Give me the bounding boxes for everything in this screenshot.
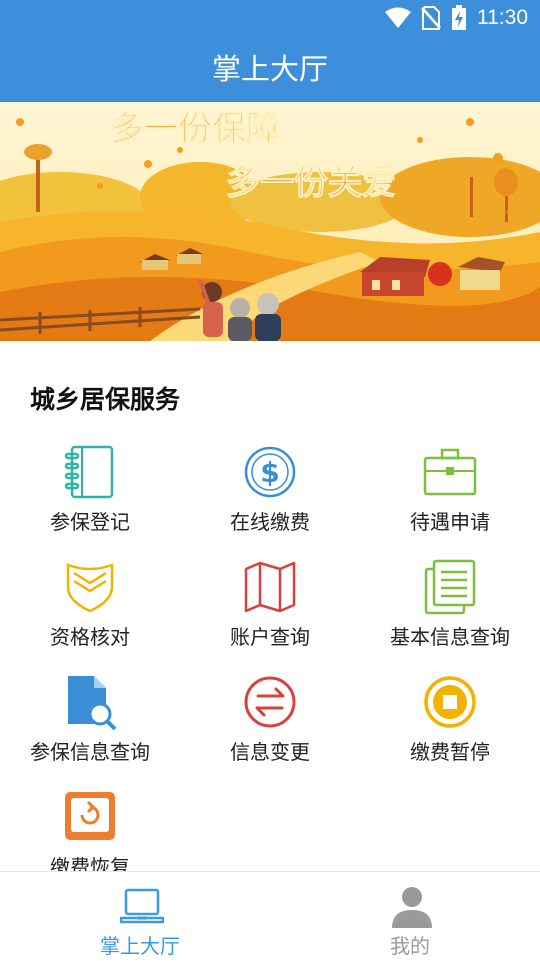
status-time: 11:30: [477, 6, 528, 29]
svg-text:$: $: [260, 456, 279, 489]
service-basic-info-query[interactable]: 基本信息查询: [360, 555, 540, 665]
no-sim-icon: [421, 6, 441, 30]
banner-image[interactable]: 多一份保障 多一份关爱: [0, 102, 540, 341]
status-bar: 11:30: [0, 0, 540, 36]
service-label: 待遇申请: [410, 510, 490, 534]
service-label: 资格核对: [50, 625, 130, 649]
service-enroll-register[interactable]: 参保登记: [0, 440, 180, 550]
page-title-bar: 掌上大厅: [0, 36, 540, 102]
tab-hall[interactable]: 掌上大厅: [5, 872, 275, 961]
section-title: 城乡居保服务: [30, 385, 181, 414]
tab-label: 我的: [390, 934, 430, 958]
user-icon: [392, 887, 432, 928]
service-account-query[interactable]: 账户查询: [180, 555, 360, 665]
service-online-payment[interactable]: $ 在线缴费: [180, 440, 360, 550]
shield-check-icon: [66, 563, 114, 613]
service-info-change[interactable]: 信息变更: [180, 670, 360, 780]
documents-icon: [424, 559, 476, 615]
service-qualification-check[interactable]: 资格核对: [0, 555, 180, 665]
briefcase-icon: [423, 448, 477, 496]
service-label: 缴费暂停: [410, 740, 490, 764]
notebook-icon: [64, 445, 114, 499]
service-payment-pause[interactable]: 缴费暂停: [360, 670, 540, 780]
service-label: 在线缴费: [230, 510, 310, 534]
map-folded-icon: [244, 561, 296, 613]
banner-illustration: 多一份保障 多一份关爱: [0, 102, 540, 341]
tab-label: 掌上大厅: [100, 934, 180, 958]
exchange-arrows-icon: [244, 676, 296, 728]
laptop-icon: [120, 888, 164, 924]
banner-slogan-2: 多一份关爱: [226, 163, 396, 203]
bottom-tab-bar: 掌上大厅 我的: [0, 871, 540, 960]
service-label: 账户查询: [230, 625, 310, 649]
service-label: 参保登记: [50, 510, 130, 534]
page-title: 掌上大厅: [211, 52, 328, 86]
tab-mine[interactable]: 我的: [275, 872, 540, 961]
stop-circle-icon: [424, 676, 476, 728]
banner-slogan-1: 多一份保障: [110, 109, 280, 149]
document-search-icon: [68, 676, 117, 730]
battery-charging-icon: [452, 5, 466, 30]
wifi-icon: [385, 7, 411, 28]
service-benefit-apply[interactable]: 待遇申请: [360, 440, 540, 550]
dollar-coin-icon: $: [244, 446, 296, 498]
service-label: 参保信息查询: [30, 740, 150, 764]
restore-icon: [65, 792, 115, 840]
service-label: 信息变更: [230, 740, 310, 764]
service-label: 基本信息查询: [390, 625, 510, 649]
service-enroll-info-query[interactable]: 参保信息查询: [0, 670, 180, 780]
